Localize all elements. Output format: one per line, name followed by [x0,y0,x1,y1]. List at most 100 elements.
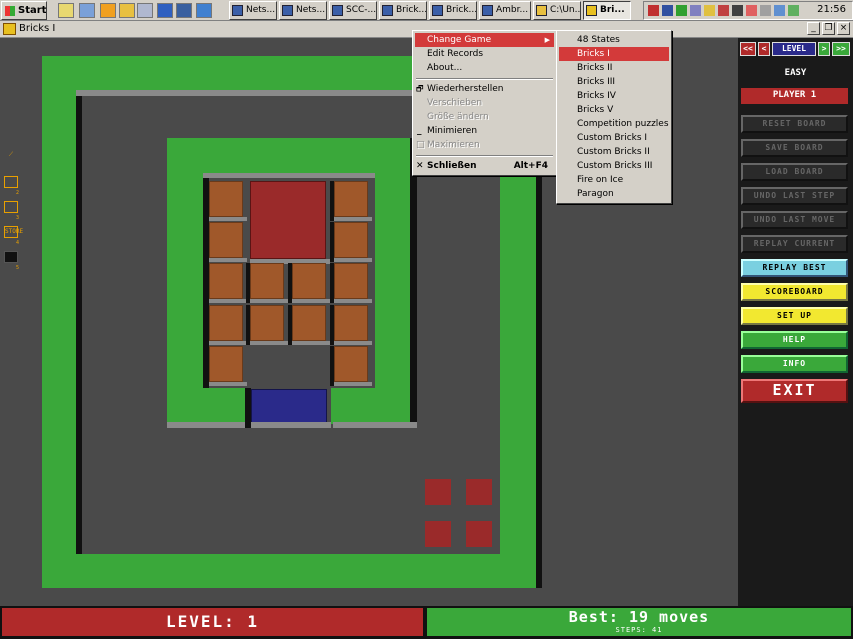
brick[interactable] [288,263,330,305]
start-label: Start [18,5,47,16]
brick[interactable] [330,346,372,388]
minimize-icon: _ [417,126,422,136]
netscape-icon[interactable] [176,3,192,18]
network-icon[interactable] [157,3,173,18]
replay-best-button[interactable]: REPLAY BEST [741,259,848,277]
prev-level-button[interactable]: < [758,42,770,56]
tray-device-icon[interactable] [690,5,701,16]
wall-tool-icon[interactable] [4,251,18,263]
set-up-button[interactable]: SET UP [741,307,848,325]
brick[interactable] [205,222,247,264]
menu-item-close[interactable]: ✕ Schließen Alt+F4 [415,159,554,173]
submenu-item-bricks-v[interactable]: Bricks V [559,103,669,117]
submenu-item-bricks-iv[interactable]: Bricks IV [559,89,669,103]
restore-icon: 🗗 [416,84,424,93]
exit-button[interactable]: EXIT [741,379,848,403]
brick[interactable] [205,263,247,305]
tray-printer-icon[interactable] [732,5,743,16]
brick[interactable] [246,263,288,305]
reset-board-button[interactable]: RESET BOARD [741,115,848,133]
scoreboard-button[interactable]: SCOREBOARD [741,283,848,301]
info-button[interactable]: INFO [741,355,848,373]
submenu-item-bricks-i[interactable]: Bricks I [559,47,669,61]
brick-tool-icon[interactable] [4,176,18,188]
brick[interactable] [246,305,288,347]
block-tool-icon[interactable] [4,201,18,213]
task-button-bricks-1[interactable]: Brick... [379,1,427,20]
last-level-button[interactable]: >> [832,42,850,56]
task-button-ambr[interactable]: Ambr... [479,1,531,20]
tray-app-icon[interactable] [648,5,659,16]
submenu-item-custom-bricks-ii[interactable]: Custom Bricks II [559,145,669,159]
submenu-item-fire-on-ice[interactable]: Fire on Ice [559,173,669,187]
tray-update-icon[interactable] [774,5,785,16]
load-board-button[interactable]: LOAD BOARD [741,163,848,181]
task-button-scc[interactable]: SCC-... [329,1,377,20]
undo-last-step-button[interactable]: UNDO LAST STEP [741,187,848,205]
window-title: Bricks I [19,23,56,34]
bricks-app-icon[interactable] [3,23,16,35]
submenu-item-bricks-ii[interactable]: Bricks II [559,61,669,75]
player-block[interactable] [251,389,327,423]
brick[interactable] [288,305,330,347]
brick[interactable] [330,181,372,223]
save-board-button[interactable]: SAVE BOARD [741,139,848,157]
submenu-item-competition-puzzles[interactable]: Competition puzzles [559,117,669,131]
room-ledge-top [203,173,375,178]
task-button-netscape-2[interactable]: Nets... [279,1,327,20]
help-button[interactable]: HELP [741,331,848,349]
tray-monitor-icon[interactable] [662,5,673,16]
menu-item-edit-records[interactable]: Edit Records [415,47,554,61]
folder-icon [536,5,547,16]
replay-current-button[interactable]: REPLAY CURRENT [741,235,848,253]
task-button-netscape-1[interactable]: Nets... [229,1,277,20]
submenu-item-48-states[interactable]: 48 States [559,33,669,47]
difficulty-label: EASY [784,68,807,78]
folder-icon[interactable] [119,3,135,18]
submenu-item-custom-bricks-i[interactable]: Custom Bricks I [559,131,669,145]
tray-speaker-icon[interactable] [760,5,771,16]
menu-item-change-game[interactable]: Change Game ▶ [415,33,554,47]
big-red-block[interactable] [250,181,326,259]
undo-last-move-button[interactable]: UNDO LAST MOVE [741,211,848,229]
bricks-app-icon [586,5,597,16]
start-button[interactable]: Start [1,1,47,20]
brick[interactable] [330,263,372,305]
browser-icon [382,5,393,16]
brick[interactable] [330,222,372,264]
tray-network-icon[interactable] [676,5,687,16]
brick[interactable] [330,305,372,347]
pointer-tool-icon[interactable]: ⟋ [4,150,18,162]
restore-button[interactable]: ❐ [822,22,835,35]
target-square [466,521,492,547]
steps-count: STEPS: 41 [615,626,663,634]
brick[interactable] [205,305,247,347]
tray-security-icon[interactable] [718,5,729,16]
browser-icon[interactable] [196,3,212,18]
first-level-button[interactable]: << [740,42,756,56]
tray-alert-icon[interactable] [746,5,757,16]
menu-item-minimize[interactable]: _ Minimieren [415,124,554,138]
close-button[interactable]: × [837,22,850,35]
minimize-button[interactable]: _ [807,22,820,35]
menu-item-restore[interactable]: 🗗 Wiederherstellen [415,82,554,96]
brick[interactable] [205,346,247,388]
submenu-item-custom-bricks-iii[interactable]: Custom Bricks III [559,159,669,173]
task-button-folder[interactable]: C:\Un... [533,1,581,20]
task-button-bricks-2[interactable]: Brick... [429,1,477,20]
next-level-button[interactable]: > [818,42,830,56]
brick[interactable] [205,181,247,223]
document-icon[interactable] [137,3,153,18]
media-player-icon[interactable] [100,3,116,18]
tray-sync-icon[interactable] [788,5,799,16]
task-button-bricks-active[interactable]: Bri... [583,1,631,20]
netscape-icon [282,5,293,16]
submenu-item-bricks-iii[interactable]: Bricks III [559,75,669,89]
explorer-icon[interactable] [79,3,95,18]
tray-folder-icon[interactable] [704,5,715,16]
submenu-item-paragon[interactable]: Paragon [559,187,669,201]
menu-item-about[interactable]: About... [415,61,554,75]
desktop-icon[interactable] [58,3,74,18]
target-square [466,479,492,505]
store-tool-icon[interactable]: STORE [4,226,23,238]
